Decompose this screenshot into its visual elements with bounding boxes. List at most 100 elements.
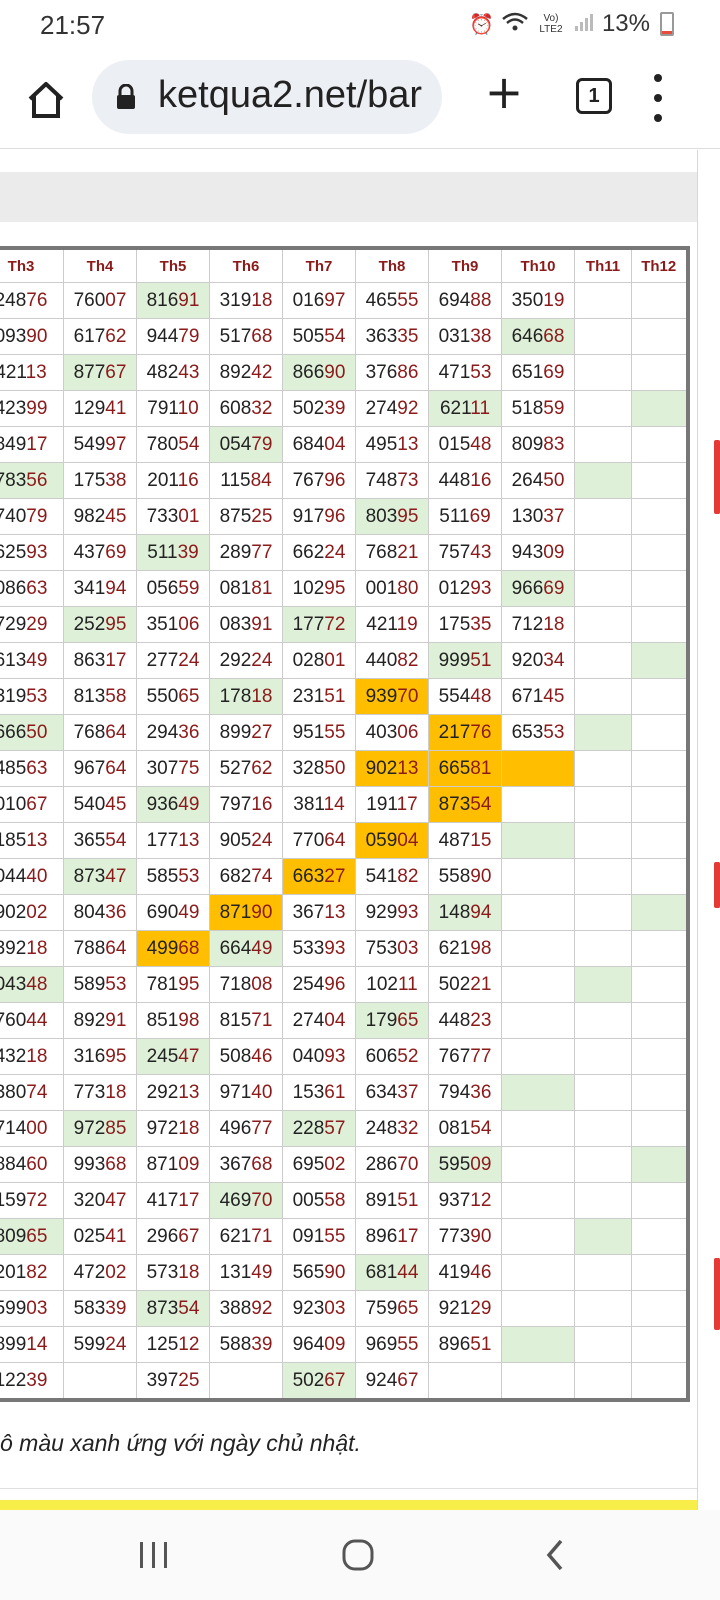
cell-tail-digits: 19 [543,289,565,311]
table-cell [501,966,575,1003]
table-cell: 92993 [355,894,429,931]
address-bar[interactable]: ketqua2.net/bar [92,60,442,134]
table-cell [574,1290,632,1327]
table-row: 18513365541771390524770640590448715 [0,822,688,859]
table-cell: 63437 [355,1074,429,1111]
table-cell: 27404 [282,1002,356,1039]
cell-head-digits: 549 [73,433,106,455]
table-cell: 77064 [282,822,356,859]
table-cell: 08663 [0,570,64,607]
cell-tail-digits: 29 [470,1297,492,1319]
cell-head-digits: 125 [146,1333,179,1355]
table-cell [631,714,688,751]
tab-switcher-icon[interactable]: 1 [576,78,612,114]
table-cell: 27492 [355,390,429,427]
lock-icon[interactable] [116,83,136,115]
cell-tail-digits: 49 [251,937,273,959]
cell-tail-digits: 17 [396,793,418,815]
cell-head-digits: 873 [73,865,106,887]
table-cell: 92303 [282,1290,356,1327]
table-cell: 87347 [63,858,137,895]
table-cell [574,642,632,679]
table-cell: 01067 [0,786,64,823]
table-cell [501,1002,575,1039]
table-cell: 08391 [209,606,283,643]
cell-tail-digits: 09 [324,1333,346,1355]
cell-tail-digits: 18 [251,289,273,311]
url-text[interactable]: ketqua2.net/bar [158,74,422,117]
cell-tail-digits: 54 [178,1297,200,1319]
cell-head-digits: 809 [511,433,544,455]
table-cell: 87354 [428,786,502,823]
table-cell [501,894,575,931]
cell-tail-digits: 97 [324,289,346,311]
cell-head-digits: 252 [73,613,106,635]
cell-tail-digits: 49 [178,793,200,815]
table-cell: 01697 [282,282,356,319]
more-vert-icon[interactable] [652,74,664,122]
cell-head-digits: 966 [511,577,544,599]
table-cell: 71218 [501,606,575,643]
cell-tail-digits: 39 [177,541,199,563]
recent-apps-icon[interactable] [124,1532,184,1578]
cell-tail-digits: 17 [178,1189,200,1211]
table-row: 90202804366904987190367139299314894 [0,894,688,931]
table-cell: 29667 [136,1218,210,1255]
cell-head-digits: 469 [219,1189,252,1211]
table-row: 88460993688710936768695022867059509 [0,1146,688,1183]
cell-head-digits: 646 [511,325,544,347]
table-cell [631,570,688,607]
cell-tail-digits: 95 [178,973,200,995]
table-cell [631,390,688,427]
cell-tail-digits: 13 [397,433,419,455]
cell-tail-digits: 16 [251,793,273,815]
table-cell: 76821 [355,534,429,571]
table-cell: 58339 [63,1290,137,1327]
signal-icon [574,12,594,37]
table-cell [574,426,632,463]
cell-tail-digits: 11 [397,973,418,995]
cell-head-digits: 972 [146,1117,179,1139]
cell-tail-digits: 64 [105,937,127,959]
table-cell: 58953 [63,966,137,1003]
cell-tail-digits: 11 [470,397,491,419]
table-cell [501,1362,575,1401]
results-table-container[interactable]: Th3Th4Th5Th6Th7Th8Th9Th10Th11Th12 248767… [0,246,690,1402]
table-cell: 03138 [428,318,502,355]
cell-tail-digits: 41 [105,397,127,419]
cell-head-digits: 248 [0,289,27,311]
cell-head-digits: 768 [73,721,106,743]
cell-tail-digits: 98 [470,937,492,959]
table-cell [501,1146,575,1183]
home-icon[interactable] [22,76,70,124]
cell-tail-digits: 96 [324,469,346,491]
table-cell: 36554 [63,822,137,859]
cell-tail-digits: 82 [397,649,419,671]
table-cell: 66581 [428,750,502,787]
cell-tail-digits: 01 [178,505,200,527]
cell-head-digits: 939 [365,685,398,707]
cell-tail-digits: 53 [178,865,200,887]
cell-head-digits: 923 [292,1297,325,1319]
table-cell: 15972 [0,1182,64,1219]
page-content: Th3Th4Th5Th6Th7Th8Th9Th10Th11Th12 248767… [0,150,720,1510]
cell-head-digits: 292 [219,649,252,671]
table-cell: 60832 [209,390,283,427]
table-cell: 51768 [209,318,283,355]
home-nav-icon[interactable] [328,1532,388,1578]
table-cell [631,750,688,787]
table-cell: 36335 [355,318,429,355]
table-cell [574,1254,632,1291]
table-row: 89914599241251258839964099695589651 [0,1326,688,1363]
back-icon[interactable] [526,1532,586,1578]
table-cell [501,1290,575,1327]
cell-head-digits: 681 [365,1261,398,1283]
cell-tail-digits: 24 [324,541,346,563]
table-cell: 53393 [282,930,356,967]
cell-tail-digits: 49 [26,649,48,671]
cell-tail-digits: 68 [178,937,200,959]
plus-icon[interactable]: + [482,69,526,116]
cell-tail-digits: 41 [105,1225,127,1247]
table-cell: 96764 [63,750,137,787]
cell-tail-digits: 37 [397,1081,419,1103]
